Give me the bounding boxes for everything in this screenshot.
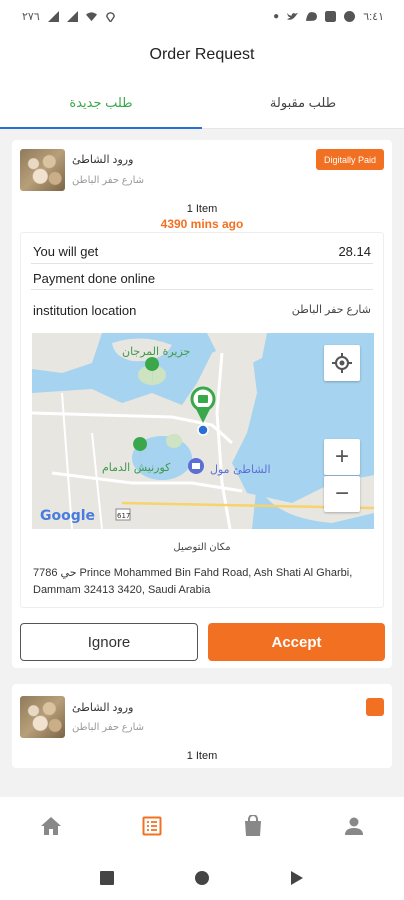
nav-shop[interactable] [233, 806, 273, 846]
payment-row: Payment done online [33, 271, 371, 286]
payment-text: Payment done online [33, 271, 156, 286]
map-label-mall: الشاطئ مول [210, 463, 271, 476]
current-location-dot [197, 424, 209, 436]
tab-bar: طلب جديدة طلب مقبولة [0, 78, 404, 129]
nav-orders[interactable] [132, 806, 172, 846]
institution-value: شارع حفر الباطن [291, 304, 371, 316]
store-name: ورود الشاطئ [72, 702, 134, 714]
mall-pin-icon [188, 458, 204, 474]
ignore-button[interactable]: Ignore [20, 623, 198, 661]
divider [31, 263, 373, 264]
tab-label: طلب مقبولة [269, 95, 337, 110]
institution-row: institution location شارع حفر الباطن [33, 303, 371, 318]
time-ago: 4390 mins ago [160, 217, 244, 231]
order-details: You will get 28.14 Payment done online i… [20, 232, 384, 608]
back-button[interactable] [290, 870, 304, 886]
orders-icon [142, 816, 161, 836]
earnings-row: You will get 28.14 [33, 244, 371, 259]
chat-icon [306, 11, 318, 21]
institution-label: institution location [33, 303, 137, 318]
accept-button[interactable]: Accept [208, 623, 385, 661]
nav-home[interactable] [31, 806, 71, 846]
plus-icon: + [334, 443, 349, 470]
payment-badge [366, 698, 384, 716]
road-number: 617 [117, 512, 130, 520]
store-name: ورود الشاطئ [72, 154, 134, 166]
minus-icon: − [334, 480, 349, 507]
tab-new-orders[interactable]: طلب جديدة [0, 78, 202, 129]
tab-accepted-orders[interactable]: طلب مقبولة [202, 78, 404, 128]
dot-icon: ● [273, 10, 280, 22]
delivery-map[interactable]: جزيرة المرجان كورنيش الدمام الشاطئ مول G… [32, 333, 374, 529]
earnings-value: 28.14 [338, 244, 371, 259]
home-icon [40, 817, 61, 835]
delivery-address: 7786 حي Prince Mohammed Bin Fahd Road, A… [33, 567, 353, 596]
zoom-out-button[interactable]: − [324, 476, 360, 512]
ignore-label: Ignore [87, 633, 131, 651]
order-card: ورود الشاطئ شارع حفر الباطن Digitally Pa… [12, 140, 392, 668]
payment-badge: Digitally Paid [315, 149, 384, 170]
item-count: 1 Item [186, 750, 218, 762]
recents-button[interactable] [100, 870, 115, 885]
my-location-button[interactable] [324, 345, 360, 381]
location-icon [105, 11, 115, 22]
order-card[interactable]: ورود الشاطئ شارع حفر الباطن 1 Item [12, 684, 392, 768]
status-right: ● ٦:٤١ [273, 10, 384, 23]
home-button[interactable] [194, 870, 209, 885]
status-text: ٢٧٦ [22, 10, 40, 23]
store-address: شارع حفر الباطن [72, 175, 144, 186]
app-2-icon [344, 10, 356, 22]
bottom-nav [0, 797, 404, 855]
profile-icon [344, 817, 363, 835]
page-title: Order Request [149, 46, 255, 63]
app-icon [325, 10, 337, 22]
delivery-label: مكان التوصيل [173, 542, 231, 553]
store-thumbnail [20, 696, 65, 738]
google-logo: Google [40, 508, 95, 524]
crosshair-icon [332, 353, 352, 373]
earnings-label: You will get [33, 244, 99, 259]
store-thumbnail [20, 149, 65, 191]
app-bar: Order Request [0, 32, 404, 78]
wifi-icon [85, 11, 97, 21]
signal-icon [47, 10, 59, 22]
item-count: 1 Item [186, 203, 218, 215]
status-bar: ٢٧٦ ● ٦:٤١ [0, 0, 404, 32]
map-label-island: جزيرة المرجان [122, 345, 190, 358]
status-time: ٦:٤١ [363, 10, 384, 23]
nav-profile[interactable] [334, 806, 374, 846]
map-label-corniche: كورنيش الدمام [102, 461, 171, 474]
zoom-in-button[interactable]: + [324, 439, 360, 475]
map-canvas: جزيرة المرجان كورنيش الدمام الشاطئ مول G… [32, 333, 374, 529]
signal-2-icon [66, 10, 78, 22]
status-left: ٢٧٦ [22, 10, 116, 23]
divider [31, 289, 373, 290]
accept-label: Accept [271, 633, 322, 651]
tab-label: طلب جديدة [69, 95, 133, 110]
system-nav [0, 855, 404, 900]
store-address: شارع حفر الباطن [72, 722, 144, 733]
bag-icon [244, 815, 261, 836]
twitter-icon [287, 12, 299, 20]
